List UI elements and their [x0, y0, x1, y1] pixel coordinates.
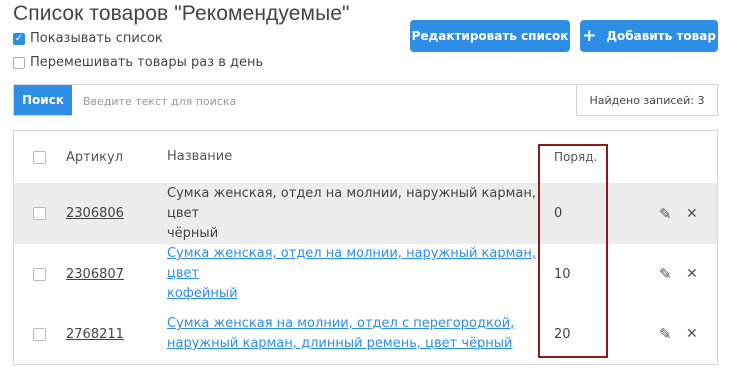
add-product-button[interactable]: + Добавить товар: [580, 20, 718, 52]
row-checkbox-cell[interactable]: [33, 244, 46, 304]
article-link[interactable]: 2768211: [66, 327, 124, 342]
header-order[interactable]: Поряд.: [554, 131, 597, 183]
table-row: 2306806 Сумка женская, отдел на молнии, …: [14, 183, 717, 244]
table-header: Артикул Название Поряд.: [14, 131, 717, 184]
select-all-checkbox[interactable]: [33, 150, 46, 164]
records-found-count: Найдено записей: 3: [576, 85, 717, 115]
header-article[interactable]: Артикул: [66, 131, 123, 183]
shuffle-daily-label: Перемешивать товары раз в день: [30, 55, 264, 70]
products-table: Артикул Название Поряд. 2306806 Сумка же…: [13, 130, 718, 365]
row-checkbox-cell[interactable]: [33, 183, 46, 244]
order-value: 20: [554, 326, 571, 342]
search-button[interactable]: Поиск: [14, 85, 72, 115]
close-icon[interactable]: ✕: [686, 304, 698, 364]
product-name-line1: Сумка женская, отдел на молнии, наружный…: [167, 185, 537, 221]
show-list-label: Показывать список: [30, 31, 163, 46]
close-icon[interactable]: ✕: [686, 244, 698, 304]
row-checkbox-cell[interactable]: [33, 304, 46, 364]
product-name-link-line1[interactable]: Сумка женская, отдел на молнии, наружный…: [167, 246, 536, 281]
row-checkbox[interactable]: [33, 327, 46, 341]
article-link[interactable]: 2306806: [66, 206, 124, 221]
show-list-checkbox[interactable]: ✓: [13, 32, 25, 45]
row-checkbox[interactable]: [33, 267, 46, 281]
shuffle-daily-checkbox[interactable]: [13, 56, 25, 69]
edit-list-label: Редактировать список: [411, 29, 569, 43]
product-name-link-line1[interactable]: Сумка женская на молнии, отдел с перегор…: [167, 316, 514, 331]
product-name: Сумка женская, отдел на молнии, наружный…: [167, 183, 547, 244]
search-input[interactable]: [72, 85, 576, 117]
article-link[interactable]: 2306807: [66, 267, 124, 282]
product-name-link-line2[interactable]: кофейный: [167, 286, 238, 301]
product-name[interactable]: Сумка женская, отдел на молнии, наружный…: [167, 244, 547, 304]
plus-icon: +: [582, 26, 597, 46]
select-all-cell[interactable]: [33, 131, 46, 183]
product-name-line2: чёрный: [167, 225, 219, 241]
table-row: 2306807 Сумка женская, отдел на молнии, …: [14, 244, 717, 304]
row-checkbox[interactable]: [33, 207, 46, 220]
search-bar: Поиск Найдено записей: 3: [13, 84, 718, 117]
order-value: 10: [554, 266, 571, 282]
close-icon[interactable]: ✕: [686, 183, 698, 244]
pencil-icon[interactable]: ✎: [659, 244, 672, 304]
header-name[interactable]: Название: [167, 131, 547, 183]
shuffle-daily-option[interactable]: Перемешивать товары раз в день: [13, 55, 263, 70]
show-list-option[interactable]: ✓ Показывать список: [13, 31, 163, 46]
page-title: Список товаров "Рекомендуемые": [13, 2, 350, 25]
table-row: 2768211 Сумка женская на молнии, отдел с…: [14, 304, 717, 364]
order-value: 0: [554, 206, 563, 221]
product-name-link-line2[interactable]: наружный карман, длинный ремень, цвет чё…: [167, 336, 513, 351]
edit-list-button[interactable]: Редактировать список: [410, 20, 570, 52]
pencil-icon[interactable]: ✎: [659, 183, 672, 244]
product-name[interactable]: Сумка женская на молнии, отдел с перегор…: [167, 304, 547, 364]
pencil-icon[interactable]: ✎: [659, 304, 672, 364]
add-product-label: Добавить товар: [606, 29, 716, 43]
